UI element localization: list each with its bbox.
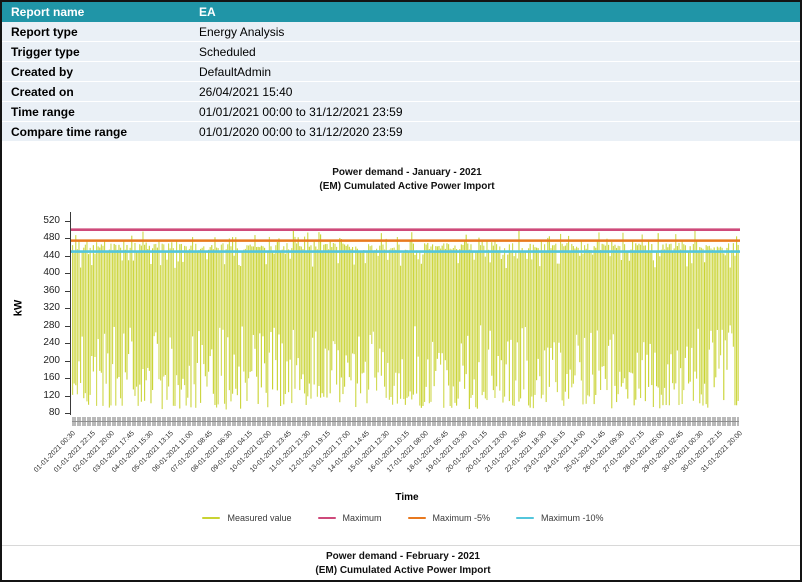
measured-series	[72, 231, 739, 410]
y-tick-mark	[65, 308, 70, 309]
row-label: Report type	[2, 25, 199, 39]
chart-title: Power demand - January - 2021	[72, 167, 742, 178]
y-tick-label: 240	[18, 338, 60, 348]
y-tick-label: 360	[18, 286, 60, 296]
y-tick-mark	[65, 238, 70, 239]
table-row: Report typeEnergy Analysis	[2, 22, 800, 42]
y-tick-mark	[65, 378, 70, 379]
table-row: Compare time range01/01/2020 00:00 to 31…	[2, 122, 800, 142]
plot-area	[71, 212, 741, 416]
y-tick-mark	[65, 361, 70, 362]
row-value: 01/01/2021 00:00 to 31/12/2021 23:59	[199, 105, 403, 119]
legend-swatch	[202, 517, 220, 519]
row-label: Trigger type	[2, 45, 199, 59]
row-value: Energy Analysis	[199, 25, 284, 39]
legend-item: Maximum	[318, 513, 382, 523]
legend-swatch	[408, 517, 426, 519]
y-tick-mark	[65, 343, 70, 344]
y-tick-mark	[65, 221, 70, 222]
y-tick-mark	[65, 273, 70, 274]
table-header-row: Report name EA	[2, 2, 800, 22]
y-tick-label: 160	[18, 373, 60, 383]
table-body: Report typeEnergy AnalysisTrigger typeSc…	[2, 22, 800, 142]
legend-label: Maximum -5%	[433, 513, 491, 523]
legend-item: Measured value	[202, 513, 291, 523]
table-row: Trigger typeScheduled	[2, 42, 800, 62]
legend-label: Maximum -10%	[541, 513, 604, 523]
legend-label: Measured value	[227, 513, 291, 523]
table-row: Created on26/04/2021 15:40	[2, 82, 800, 102]
legend-swatch	[516, 517, 534, 519]
y-tick-mark	[65, 326, 70, 327]
row-value: DefaultAdmin	[199, 65, 271, 79]
table-row: Time range01/01/2021 00:00 to 31/12/2021…	[2, 102, 800, 122]
next-chart-title: Power demand - February - 2021	[2, 551, 802, 562]
y-tick-mark	[65, 413, 70, 414]
axis-marker-band	[72, 417, 739, 426]
table-header-value: EA	[199, 5, 216, 19]
legend-item: Maximum -10%	[516, 513, 604, 523]
row-value: 01/01/2020 00:00 to 31/12/2020 23:59	[199, 125, 403, 139]
row-label: Created by	[2, 65, 199, 79]
chart-legend: Measured value Maximum Maximum -5% Maximum …	[2, 513, 802, 523]
y-tick-label: 320	[18, 303, 60, 313]
y-tick-label: 400	[18, 268, 60, 278]
row-value: Scheduled	[199, 45, 256, 59]
legend-swatch	[318, 517, 336, 519]
report-window: Report name EA Report typeEnergy Analysi…	[0, 0, 802, 582]
table-header-label: Report name	[2, 5, 199, 19]
y-tick-label: 480	[18, 233, 60, 243]
chart-subtitle: (EM) Cumulated Active Power Import	[72, 181, 742, 192]
y-tick-label: 120	[18, 391, 60, 401]
legend-item: Maximum -5%	[408, 513, 491, 523]
y-tick-mark	[65, 396, 70, 397]
row-label: Created on	[2, 85, 199, 99]
next-chart-subtitle: (EM) Cumulated Active Power Import	[2, 565, 802, 576]
y-tick-label: 80	[18, 408, 60, 418]
x-axis-title: Time	[72, 492, 742, 503]
section-divider	[2, 545, 802, 546]
row-label: Time range	[2, 105, 199, 119]
legend-label: Maximum	[343, 513, 382, 523]
report-info-table: Report name EA Report typeEnergy Analysi…	[2, 2, 800, 142]
row-label: Compare time range	[2, 125, 199, 139]
row-value: 26/04/2021 15:40	[199, 85, 292, 99]
y-tick-mark	[65, 256, 70, 257]
y-tick-mark	[65, 291, 70, 292]
y-tick-label: 280	[18, 321, 60, 331]
y-tick-label: 520	[18, 216, 60, 226]
table-row: Created byDefaultAdmin	[2, 62, 800, 82]
y-tick-label: 200	[18, 356, 60, 366]
y-tick-label: 440	[18, 251, 60, 261]
